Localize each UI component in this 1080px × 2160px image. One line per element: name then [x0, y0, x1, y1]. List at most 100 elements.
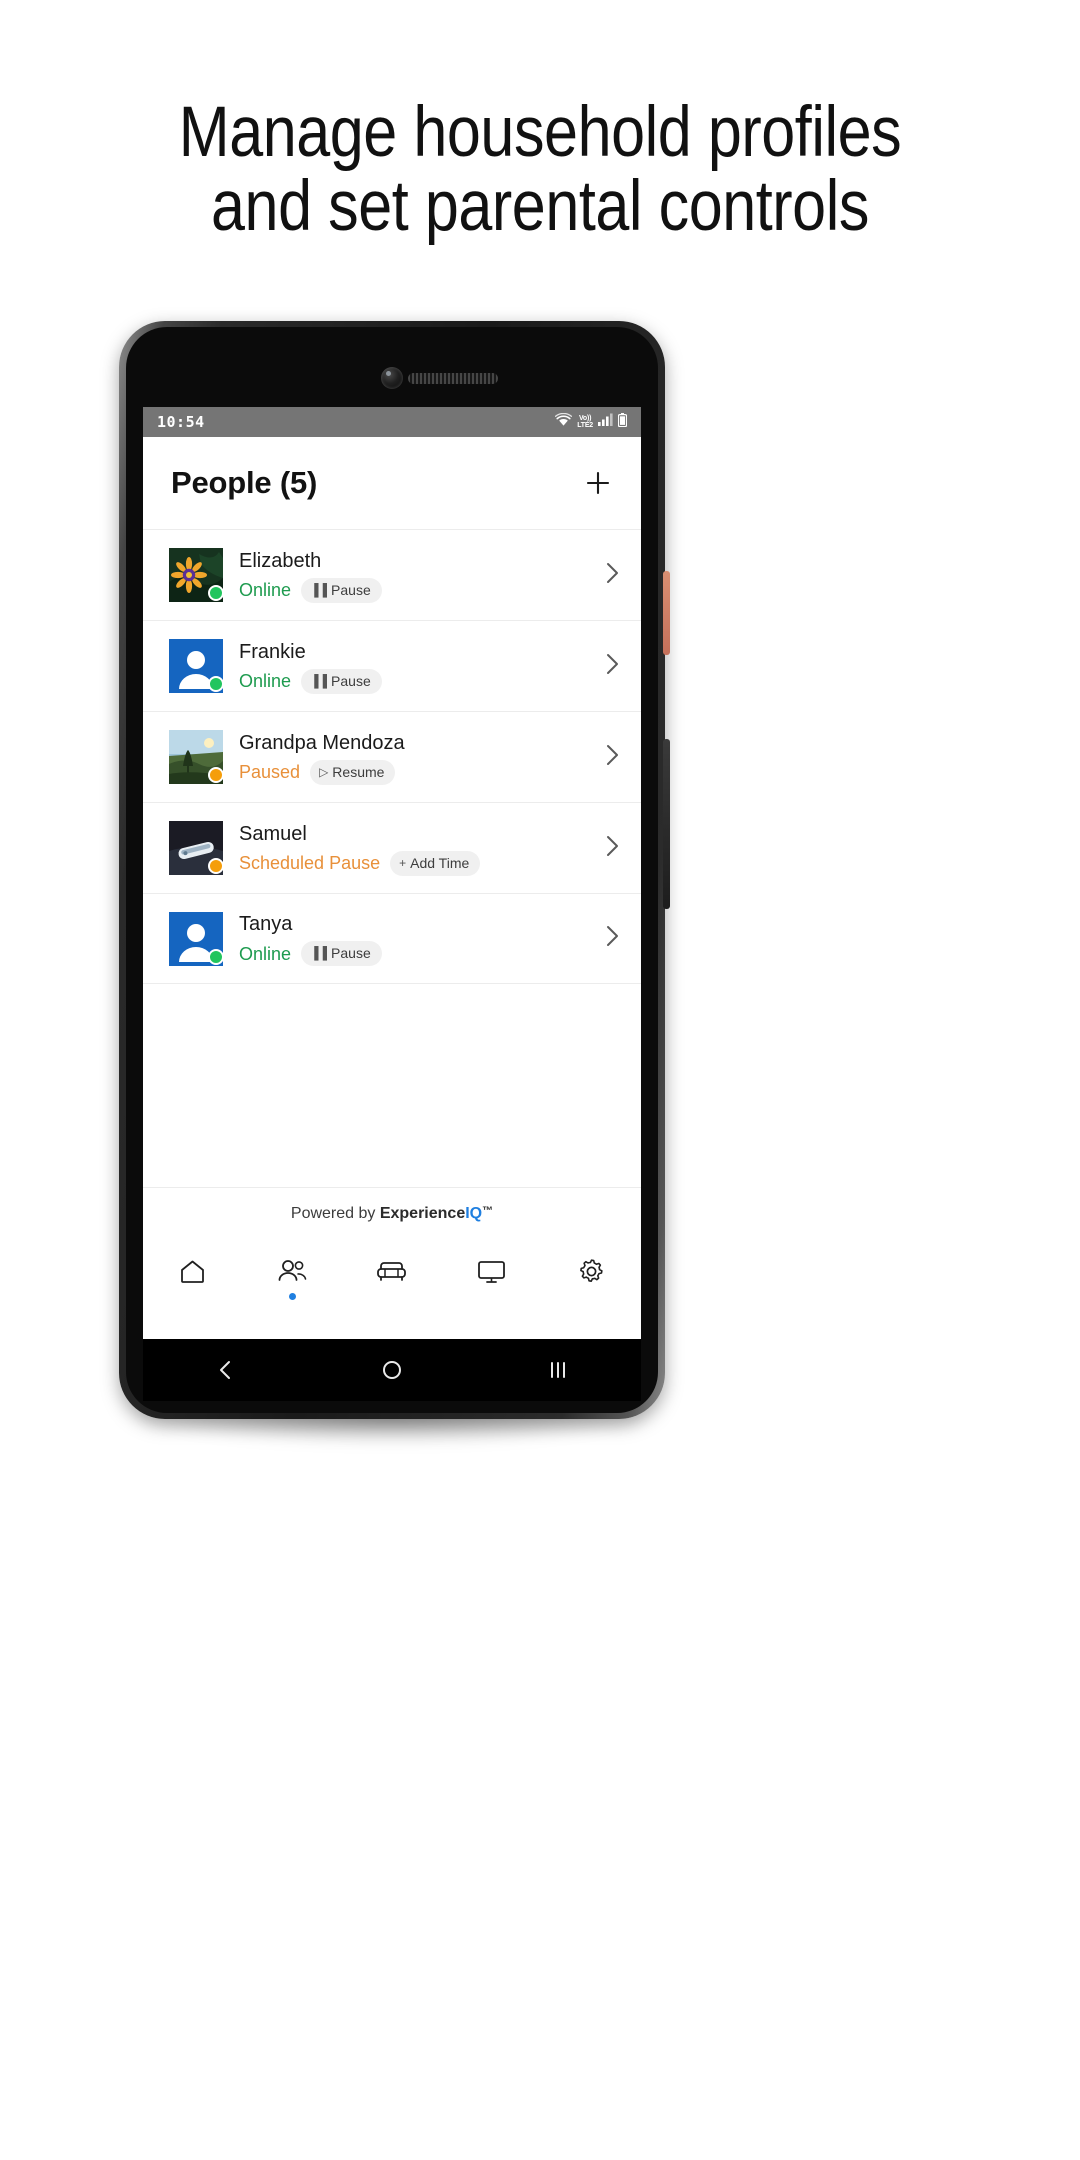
avatar: [169, 548, 224, 602]
powered-by-label: Powered by: [290, 1204, 380, 1222]
chevron-right-icon: [606, 562, 619, 589]
table-row[interactable]: Tanya Online ▐▐ Pause: [143, 893, 641, 984]
volte-top-label: Vo)): [578, 415, 592, 422]
add-time-button[interactable]: + Add Time: [390, 850, 481, 876]
table-row[interactable]: Samuel Scheduled Pause + Add Time: [143, 802, 641, 893]
pause-button[interactable]: ▐▐ Pause: [301, 577, 382, 603]
tab-network[interactable]: [442, 1257, 542, 1300]
powered-by-text: Powered by ExperienceIQ™: [291, 1205, 493, 1223]
monitor-icon: [478, 1261, 505, 1283]
action-label: Add Time: [410, 854, 470, 871]
person-status-row: Online ▐▐ Pause: [239, 941, 598, 966]
back-icon: [220, 1361, 230, 1379]
person-info: Elizabeth Online ▐▐ Pause: [239, 548, 598, 603]
volume-button[interactable]: [663, 739, 670, 909]
pause-icon: ▐▐: [310, 673, 328, 688]
tab-indicator: [388, 1293, 395, 1300]
person-info: Frankie Online ▐▐ Pause: [239, 639, 598, 694]
person-name: Grandpa Mendoza: [239, 731, 405, 754]
person-name: Elizabeth: [239, 549, 322, 572]
table-row[interactable]: Grandpa Mendoza Paused ▷ Resume: [143, 711, 641, 802]
status-badge: Online: [239, 580, 292, 600]
presence-dot: [208, 858, 224, 874]
front-camera-icon: [381, 367, 403, 389]
person-name: Frankie: [239, 640, 306, 663]
people-icon: [278, 1260, 307, 1281]
person-status-row: Paused ▷ Resume: [239, 759, 598, 785]
tab-home[interactable]: [143, 1257, 243, 1300]
tab-indicator: [488, 1293, 495, 1300]
power-button[interactable]: [663, 571, 670, 655]
avatar: [169, 730, 224, 784]
nav-home-button[interactable]: [381, 1359, 403, 1381]
page-title: Manage household profiles and set parent…: [76, 96, 1005, 244]
battery-icon: [617, 412, 628, 432]
brand-name-part1: Experience: [379, 1204, 466, 1222]
avatar: [169, 821, 224, 875]
avatar: [169, 911, 224, 966]
tab-indicator: [588, 1293, 595, 1300]
presence-dot: [208, 676, 224, 692]
status-icons: Vo)) LTE2: [555, 412, 628, 432]
people-list: Elizabeth Online ▐▐ Pause Frankie Online…: [143, 529, 641, 984]
person-info: Grandpa Mendoza Paused ▷ Resume: [239, 730, 598, 785]
person-status-row: Scheduled Pause + Add Time: [239, 850, 598, 876]
person-info: Tanya Online ▐▐ Pause: [239, 911, 598, 966]
person-name: Samuel: [239, 822, 307, 845]
action-label: Resume: [332, 763, 385, 780]
nav-recents-button[interactable]: [547, 1359, 569, 1381]
volte-icon: Vo)) LTE2: [577, 415, 593, 429]
plus-icon: +: [399, 855, 407, 870]
wifi-icon: [555, 412, 573, 432]
action-label: Pause: [331, 945, 371, 961]
status-badge: Paused: [239, 762, 301, 782]
phone-screen: 10:54 Vo)) LTE2 People (5) Elizabeth Onl…: [143, 407, 641, 1339]
presence-dot: [208, 767, 224, 783]
tab-indicator: [288, 1293, 296, 1300]
signal-icon: [598, 413, 613, 431]
person-name: Tanya: [239, 913, 293, 935]
person-status-row: Online ▐▐ Pause: [239, 668, 598, 694]
sofa-icon: [377, 1262, 407, 1281]
action-label: Pause: [331, 672, 371, 689]
app-header: People (5): [143, 437, 641, 529]
person-status-row: Online ▐▐ Pause: [239, 577, 598, 603]
tab-indicator: [189, 1293, 196, 1300]
gear-icon: [579, 1259, 603, 1282]
pause-button[interactable]: ▐▐ Pause: [301, 941, 382, 966]
action-label: Pause: [331, 581, 371, 598]
status-bar: 10:54 Vo)) LTE2: [143, 407, 641, 437]
presence-dot: [208, 585, 224, 601]
play-icon: ▷: [319, 764, 329, 779]
brand-footer: Powered by ExperienceIQ™: [143, 1187, 641, 1239]
table-row[interactable]: Frankie Online ▐▐ Pause: [143, 620, 641, 711]
phone-body: 10:54 Vo)) LTE2 People (5) Elizabeth Onl…: [119, 321, 670, 1419]
volte-bottom-label: LTE2: [577, 422, 593, 429]
status-badge: Online: [239, 671, 292, 691]
avatar: [169, 639, 224, 693]
phone-mockup: 10:54 Vo)) LTE2 People (5) Elizabeth Onl…: [119, 321, 670, 1451]
table-row[interactable]: Elizabeth Online ▐▐ Pause: [143, 529, 641, 620]
chevron-right-icon: [606, 744, 619, 771]
add-person-button[interactable]: [579, 464, 617, 502]
home-circle-icon: [383, 1361, 401, 1379]
tab-devices[interactable]: [342, 1257, 442, 1300]
resume-button[interactable]: ▷ Resume: [310, 759, 396, 785]
nav-back-button[interactable]: [215, 1359, 237, 1381]
screen-title: People (5): [171, 465, 318, 500]
tab-people[interactable]: [243, 1257, 343, 1300]
plus-icon: [586, 471, 610, 495]
bottom-tab-bar: [143, 1239, 641, 1339]
recents-icon: [551, 1362, 565, 1378]
chevron-right-icon: [606, 653, 619, 680]
status-badge: Online: [239, 943, 292, 964]
marketing-screenshot: Manage household profiles and set parent…: [0, 0, 1080, 2160]
status-badge: Scheduled Pause: [239, 853, 381, 873]
trademark-symbol: ™: [482, 1204, 494, 1217]
pause-button[interactable]: ▐▐ Pause: [301, 668, 382, 694]
earpiece-speaker: [408, 373, 498, 384]
tab-settings[interactable]: [541, 1257, 641, 1300]
pause-icon: ▐▐: [310, 582, 328, 597]
presence-dot: [208, 948, 224, 965]
brand-name-part2: IQ: [465, 1204, 483, 1222]
